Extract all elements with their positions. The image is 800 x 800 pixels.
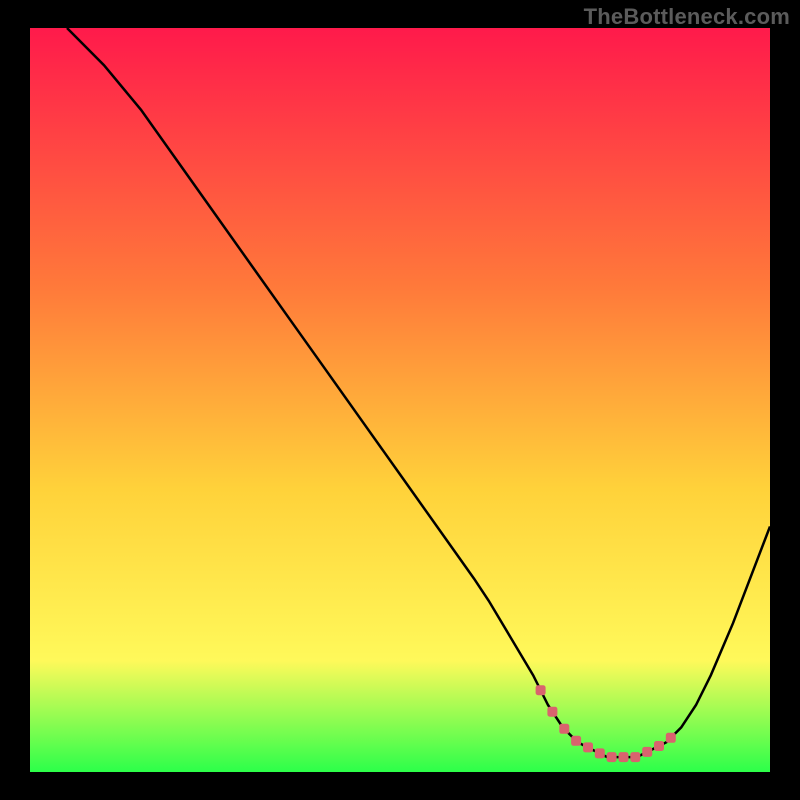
watermark-text: TheBottleneck.com xyxy=(584,4,790,30)
optimal-marker xyxy=(607,752,617,762)
optimal-marker xyxy=(654,741,664,751)
bottleneck-chart xyxy=(0,0,800,800)
plot-background xyxy=(30,28,770,772)
optimal-marker xyxy=(642,747,652,757)
chart-frame: TheBottleneck.com xyxy=(0,0,800,800)
optimal-marker xyxy=(547,707,557,717)
optimal-marker xyxy=(666,733,676,743)
optimal-marker xyxy=(619,752,629,762)
optimal-marker xyxy=(595,748,605,758)
optimal-marker xyxy=(559,724,569,734)
optimal-marker xyxy=(583,742,593,752)
optimal-marker xyxy=(536,685,546,695)
optimal-marker xyxy=(630,752,640,762)
optimal-marker xyxy=(571,736,581,746)
